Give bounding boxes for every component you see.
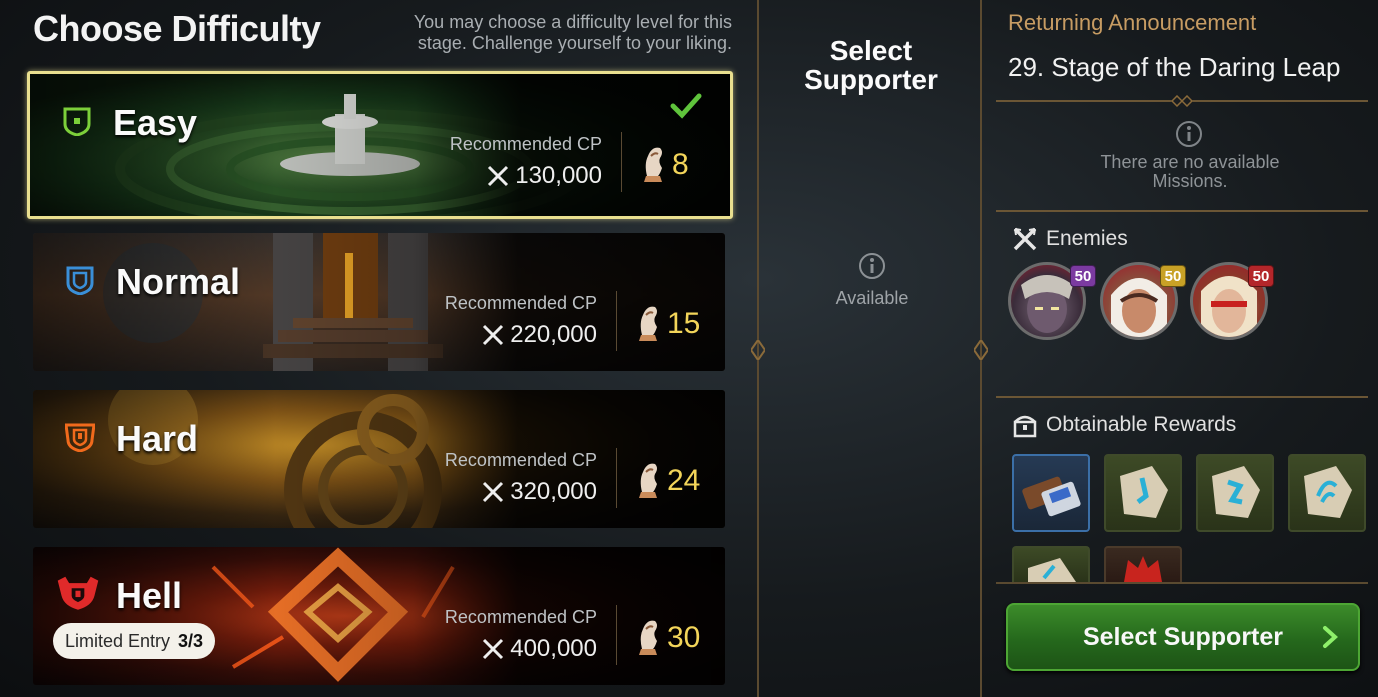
difficulty-name: Easy (113, 102, 198, 143)
difficulty-card-hard[interactable]: Hard Recommended CP 320,000 24 (33, 390, 725, 528)
difficulty-card-normal[interactable]: Normal Recommended CP 220,000 15 (33, 233, 725, 371)
info-icon (859, 253, 885, 279)
difficulty-name: Hell (116, 575, 183, 616)
enemy-level: 50 (1074, 267, 1092, 285)
reward-item[interactable] (1104, 454, 1182, 532)
reward-item[interactable] (1104, 546, 1182, 582)
reward-item[interactable] (1012, 546, 1090, 582)
section-divider (996, 396, 1368, 398)
divider (621, 132, 622, 192)
enemy-level-badge: 50 (1248, 265, 1274, 287)
red-mask-icon (1124, 556, 1162, 582)
limited-entry-badge: Limited Entry 3/3 (53, 623, 216, 659)
enemies-header: Enemies (1012, 226, 1128, 252)
knight-stamina-icon (639, 306, 657, 341)
select-supporter-title: Select Supporter (780, 36, 962, 94)
recommended-cp-label: Recommended CP (444, 293, 597, 313)
divider-ornament (751, 340, 765, 360)
stamina-cost: 8 (672, 148, 689, 181)
rune-stone-icon (1212, 466, 1260, 518)
divider (616, 291, 617, 351)
recommended-cp: 320,000 (482, 478, 597, 506)
rewards-label: Obtainable Rewards (1046, 413, 1237, 436)
divider-ornament (974, 340, 988, 360)
section-divider (996, 95, 1368, 107)
enemy-level-badge: 50 (1160, 265, 1186, 287)
divider-ornament (1172, 95, 1192, 107)
rune-stone-icon (1120, 466, 1168, 518)
limited-entry-count: 3/3 (178, 630, 204, 651)
title-line: Select (829, 35, 913, 66)
cp-value: 320,000 (510, 478, 597, 505)
select-supporter-label: Select Supporter (1082, 622, 1284, 651)
cp-value: 130,000 (515, 162, 602, 189)
difficulty-card-hell[interactable]: Hell Limited Entry 3/3 Recommended CP 40… (33, 547, 725, 685)
page-subtitle: You may choose a difficulty level for th… (413, 12, 732, 53)
available-text: Available (835, 288, 909, 308)
rune-stone-icon (1304, 466, 1352, 518)
info-icon (1176, 121, 1202, 147)
difficulty-name: Normal (116, 261, 241, 302)
difficulty-card-easy[interactable]: Easy Recommended CP 130,000 8 (27, 71, 733, 219)
title-line: Supporter (804, 64, 938, 95)
recommended-cp: 130,000 (487, 162, 602, 190)
crossed-swords-icon (483, 324, 504, 346)
rewards-header: Obtainable Rewards (1012, 412, 1236, 438)
enemy-level-badge: 50 (1070, 265, 1096, 287)
card-shade (30, 74, 730, 216)
hell-shield-icon (57, 576, 99, 610)
chevron-right-icon (1323, 626, 1338, 648)
reward-item[interactable] (1012, 454, 1090, 532)
recommended-cp-label: Recommended CP (444, 450, 597, 470)
stamina-cost: 24 (667, 464, 701, 497)
treasure-chest-icon (1013, 415, 1037, 438)
stage-title: 29. Stage of the Daring Leap (1008, 52, 1341, 82)
enemy-level: 50 (1252, 267, 1270, 285)
enemy-level: 50 (1164, 267, 1182, 285)
cp-value: 400,000 (510, 635, 597, 662)
selected-check-icon (670, 93, 702, 119)
knight-stamina-icon (639, 463, 657, 498)
divider (616, 605, 617, 665)
rune-stone-icon (1028, 558, 1076, 582)
reward-item[interactable] (1288, 454, 1366, 532)
limited-entry-label: Limited Entry (65, 630, 171, 651)
recommended-cp-label: Recommended CP (449, 134, 602, 154)
select-supporter-button[interactable]: Select Supporter (1006, 603, 1360, 671)
announcement-label: Returning Announcement (1008, 10, 1257, 35)
section-divider (996, 210, 1368, 212)
recommended-cp: 220,000 (482, 321, 597, 349)
no-missions-text: There are no available Missions. (1100, 152, 1280, 191)
enemies-label: Enemies (1046, 227, 1128, 250)
normal-shield-icon (66, 266, 94, 295)
stamina-cost: 30 (667, 621, 701, 654)
knight-stamina-icon (639, 620, 657, 655)
crossed-swords-icon (488, 165, 509, 187)
reward-item[interactable] (1196, 454, 1274, 532)
page-title: Choose Difficulty (33, 8, 321, 49)
chocolate-bar-icon (1022, 476, 1081, 517)
rewards-bottom-divider (996, 582, 1368, 584)
difficulty-name: Hard (116, 418, 199, 459)
recommended-cp-label: Recommended CP (444, 607, 597, 627)
crossed-swords-icon (483, 481, 504, 503)
crossed-swords-icon (483, 638, 504, 660)
divider (616, 448, 617, 508)
easy-shield-icon (63, 107, 91, 136)
knight-stamina-icon (644, 147, 662, 182)
crossed-swords-icon (1013, 227, 1037, 251)
stamina-cost: 15 (667, 307, 701, 340)
recommended-cp: 400,000 (482, 635, 597, 663)
cp-value: 220,000 (510, 321, 597, 348)
hard-shield-icon (65, 423, 95, 452)
